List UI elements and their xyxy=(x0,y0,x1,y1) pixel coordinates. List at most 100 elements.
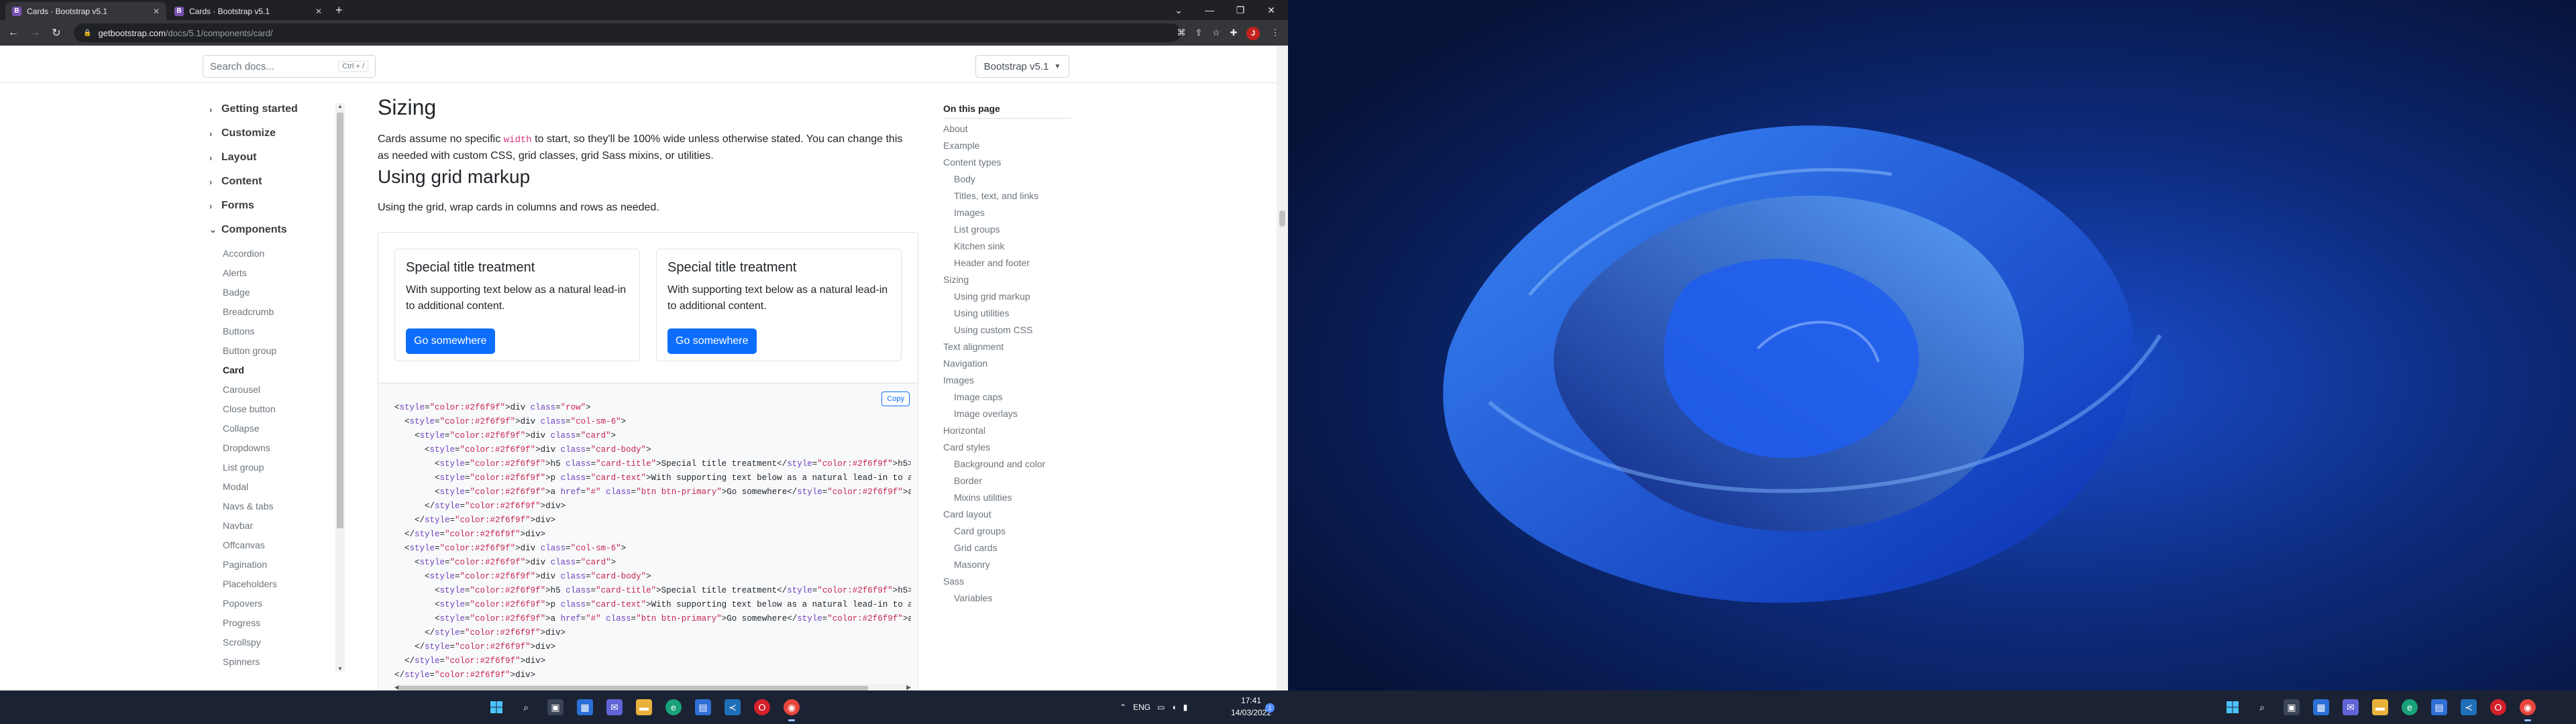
sidebar-item-card[interactable]: Card xyxy=(223,365,244,375)
windows-start-icon[interactable] xyxy=(488,699,504,715)
toc-link[interactable]: Mixins utilities xyxy=(954,492,1012,503)
sidebar-group-content[interactable]: › Content xyxy=(209,176,262,188)
notification-badge[interactable]: 1 xyxy=(1265,703,1275,713)
toc-link[interactable]: Masonry xyxy=(954,559,990,570)
toc-link[interactable]: Sizing xyxy=(943,274,969,285)
task-view-icon[interactable]: ▣ xyxy=(2284,699,2300,715)
scroll-thumb[interactable] xyxy=(1279,210,1285,227)
browser-tab-active[interactable]: B Cards · Bootstrap v5.1 ✕ xyxy=(5,2,166,20)
version-dropdown[interactable]: Bootstrap v5.1 ▼ xyxy=(975,55,1069,78)
tab-search-chevron-icon[interactable]: ⌄ xyxy=(1163,0,1194,20)
chat-icon[interactable]: ✉ xyxy=(2343,699,2359,715)
translate-icon[interactable]: ⌘ xyxy=(1175,27,1187,39)
toc-link[interactable]: Using custom CSS xyxy=(954,324,1032,335)
search-icon[interactable]: ⌕ xyxy=(518,699,534,715)
share-icon[interactable]: ⇪ xyxy=(1193,27,1205,39)
close-tab-icon[interactable]: ✕ xyxy=(153,7,160,16)
sidebar-item-dropdowns[interactable]: Dropdowns xyxy=(223,442,270,453)
toc-link[interactable]: Card styles xyxy=(943,442,990,452)
toc-link[interactable]: Using grid markup xyxy=(954,291,1030,302)
forward-arrow-icon[interactable]: → xyxy=(28,26,42,40)
sidebar-item-button-group[interactable]: Button group xyxy=(223,345,276,356)
toc-link[interactable]: Using utilities xyxy=(954,308,1009,318)
close-tab-icon[interactable]: ✕ xyxy=(315,7,322,16)
sidebar-item-accordion[interactable]: Accordion xyxy=(223,248,264,259)
language-indicator[interactable]: ENG xyxy=(1133,703,1150,712)
toc-link[interactable]: Text alignment xyxy=(943,341,1004,352)
page-scrollbar[interactable] xyxy=(1277,46,1288,690)
plus-icon[interactable]: + xyxy=(335,4,343,16)
browser-tab[interactable]: B Cards · Bootstrap v5.1 ✕ xyxy=(168,2,329,20)
edge-icon[interactable]: e xyxy=(665,699,682,715)
scroll-up-arrow-icon[interactable]: ▲ xyxy=(337,103,343,109)
toc-link[interactable]: Border xyxy=(954,475,982,486)
sidebar-item-placeholders[interactable]: Placeholders xyxy=(223,579,277,589)
windows-start-icon[interactable] xyxy=(2224,699,2241,715)
scroll-thumb[interactable] xyxy=(337,113,343,528)
sidebar-group-customize[interactable]: › Customize xyxy=(209,127,276,139)
toc-link[interactable]: Variables xyxy=(954,593,992,603)
sidebar-group-getting-started[interactable]: › Getting started xyxy=(209,103,298,115)
address-bar[interactable]: 🔒 getbootstrap.com/docs/5.1/components/c… xyxy=(74,23,1181,42)
sidebar-item-spinners[interactable]: Spinners xyxy=(223,656,260,667)
code-horizontal-scrollbar[interactable]: ◀ ▶ xyxy=(394,684,911,690)
toc-link[interactable]: Card layout xyxy=(943,509,991,520)
sidebar-item-scrollspy[interactable]: Scrollspy xyxy=(223,637,261,648)
scroll-down-arrow-icon[interactable]: ▼ xyxy=(337,666,343,672)
bookmark-star-icon[interactable]: ☆ xyxy=(1210,27,1222,39)
toc-link[interactable]: Header and footer xyxy=(954,257,1030,268)
toc-link[interactable]: Kitchen sink xyxy=(954,241,1004,251)
sidebar-item-popovers[interactable]: Popovers xyxy=(223,598,262,609)
toc-link[interactable]: Image overlays xyxy=(954,408,1018,419)
toc-link[interactable]: Titles, text, and links xyxy=(954,190,1038,201)
reload-icon[interactable]: ↻ xyxy=(50,26,63,40)
sidebar-item-alerts[interactable]: Alerts xyxy=(223,267,247,278)
vscode-icon[interactable]: ≺ xyxy=(724,699,741,715)
toc-link[interactable]: Sass xyxy=(943,576,964,587)
sidebar-item-progress[interactable]: Progress xyxy=(223,617,260,628)
search-icon[interactable]: ⌕ xyxy=(2254,699,2270,715)
sidebar-item-list-group[interactable]: List group xyxy=(223,462,264,473)
vscode-icon[interactable]: ≺ xyxy=(2461,699,2477,715)
edge-icon[interactable]: e xyxy=(2402,699,2418,715)
toc-link[interactable]: Content types xyxy=(943,157,1001,168)
toc-link[interactable]: Images xyxy=(943,375,974,385)
toc-link[interactable]: Body xyxy=(954,174,975,184)
chrome-icon[interactable]: ◉ xyxy=(2520,699,2536,721)
back-arrow-icon[interactable]: ← xyxy=(7,26,20,40)
sidebar-item-breadcrumb[interactable]: Breadcrumb xyxy=(223,306,274,317)
chevron-up-icon[interactable]: ⌃ xyxy=(1120,703,1126,712)
extensions-puzzle-icon[interactable]: ✚ xyxy=(1228,27,1240,39)
store-icon[interactable]: ▤ xyxy=(695,699,711,715)
wifi-icon[interactable]: ▭ xyxy=(1157,703,1165,712)
sidebar-scrollbar[interactable]: ▲ ▼ xyxy=(335,103,345,672)
toc-link[interactable]: Horizontal xyxy=(943,425,985,436)
sidebar-group-components[interactable]: ⌄ Components xyxy=(209,224,287,236)
opera-icon[interactable]: O xyxy=(754,699,770,715)
file-explorer-icon[interactable]: ▬ xyxy=(636,699,652,715)
toc-link[interactable]: Images xyxy=(954,207,985,218)
sidebar-item-carousel[interactable]: Carousel xyxy=(223,384,260,395)
scroll-thumb[interactable] xyxy=(398,686,868,690)
profile-avatar[interactable]: J xyxy=(1246,27,1260,40)
sidebar-item-offcanvas[interactable]: Offcanvas xyxy=(223,540,265,550)
sidebar-item-pagination[interactable]: Pagination xyxy=(223,559,267,570)
toc-link[interactable]: Image caps xyxy=(954,391,1002,402)
toc-link[interactable]: Card groups xyxy=(954,526,1006,536)
kebab-menu-icon[interactable]: ⋮ xyxy=(1269,27,1281,39)
battery-icon[interactable]: ▮ xyxy=(1183,703,1188,712)
chrome-icon[interactable]: ◉ xyxy=(784,699,800,721)
sidebar-item-navs-tabs[interactable]: Navs & tabs xyxy=(223,501,273,511)
sidebar-item-collapse[interactable]: Collapse xyxy=(223,423,259,434)
search-input[interactable]: Search docs... Ctrl + / xyxy=(203,55,376,78)
sidebar-item-navbar[interactable]: Navbar xyxy=(223,520,253,531)
volume-icon[interactable]: ◖ xyxy=(1171,703,1176,712)
widgets-icon[interactable]: ▦ xyxy=(577,699,593,715)
sidebar-item-close-button[interactable]: Close button xyxy=(223,404,276,414)
sidebar-item-badge[interactable]: Badge xyxy=(223,287,250,298)
scroll-right-arrow-icon[interactable]: ▶ xyxy=(906,684,911,690)
go-somewhere-button[interactable]: Go somewhere xyxy=(667,328,757,354)
store-icon[interactable]: ▤ xyxy=(2431,699,2447,715)
sidebar-item-buttons[interactable]: Buttons xyxy=(223,326,254,337)
restore-icon[interactable]: ❐ xyxy=(1225,0,1256,20)
